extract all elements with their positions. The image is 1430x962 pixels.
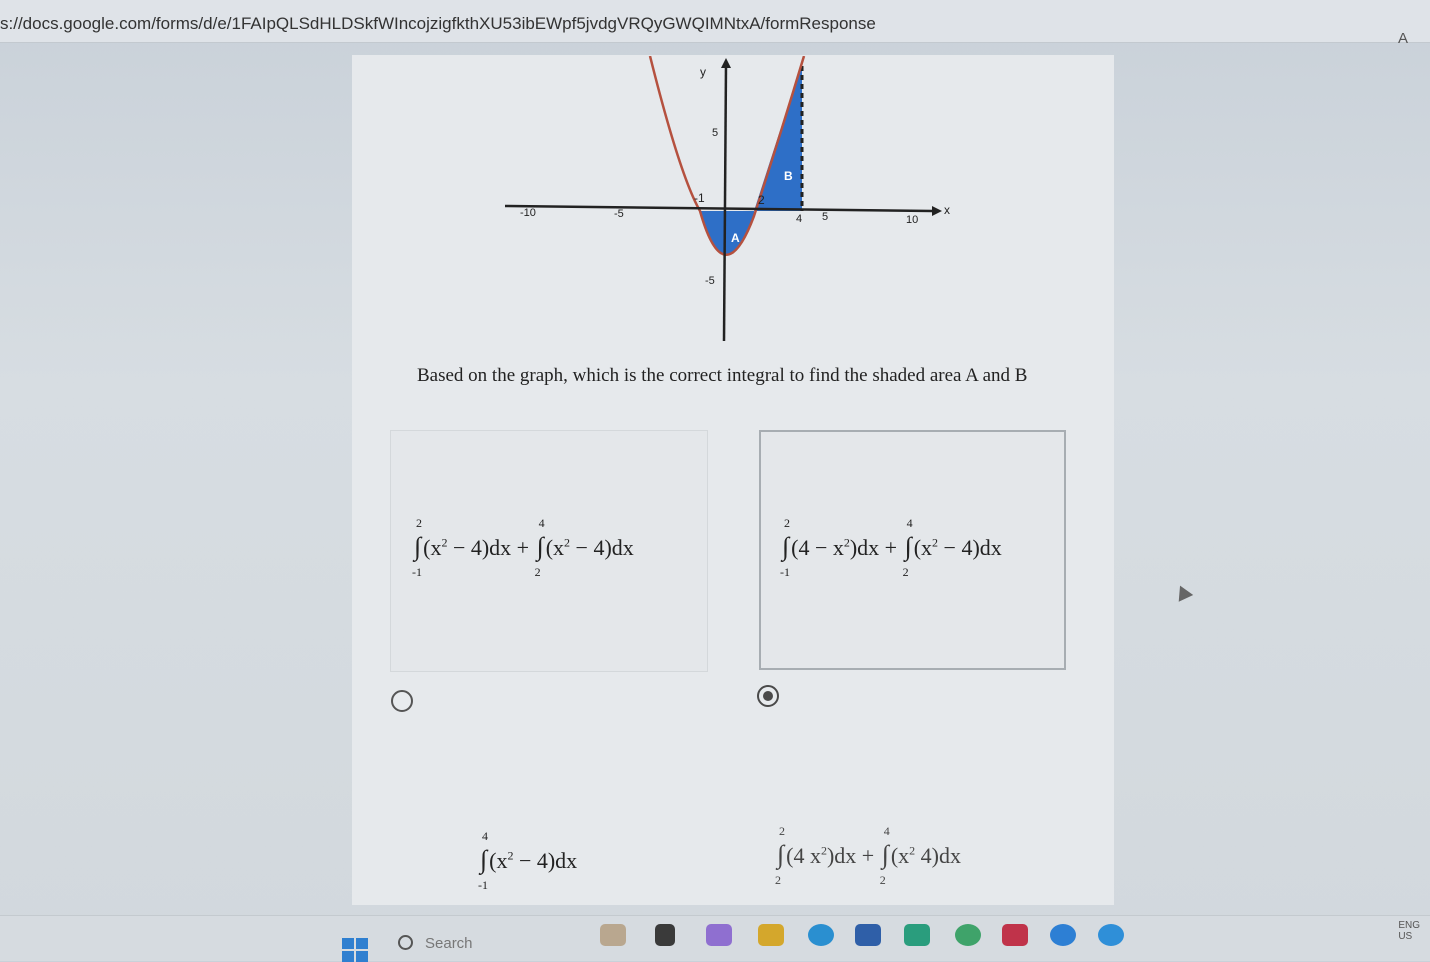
integral-sign-icon: ∫ 2 -1 xyxy=(412,516,422,579)
tick-label-5: 5 xyxy=(822,211,828,223)
option-1-radio[interactable] xyxy=(391,690,413,712)
parabola-graph: y x -10 -5 4 5 10 5 -5 -1 2 A B xyxy=(504,56,950,342)
root-label-neg1: -1 xyxy=(694,191,705,205)
taskbar-app-icon[interactable] xyxy=(855,924,881,946)
tick-label-4: 4 xyxy=(796,213,802,225)
mouse-cursor-icon xyxy=(1172,582,1194,602)
windows-taskbar: Search ENG US xyxy=(0,915,1430,962)
tick-label-yneg5: -5 xyxy=(705,275,715,287)
y-axis-label: y xyxy=(700,65,706,79)
tick-label-10: 10 xyxy=(906,214,918,226)
edge-icon[interactable] xyxy=(808,924,834,946)
tick-label-neg5: -5 xyxy=(614,208,624,220)
option-2-radio-selected[interactable] xyxy=(757,685,779,707)
x-axis-label: x xyxy=(944,203,950,217)
x-axis xyxy=(504,204,933,213)
option-4-expression[interactable]: ∫ 2 2 (4 x2)dx + ∫ 4 2 (x2 4)dx xyxy=(775,824,961,887)
system-tray[interactable]: ENG US xyxy=(1398,920,1420,942)
integral-sign-icon: ∫ 2 2 xyxy=(775,824,785,887)
taskbar-app-icon[interactable] xyxy=(904,924,930,946)
telegram-icon[interactable] xyxy=(1098,924,1124,946)
x-axis-arrow xyxy=(932,206,942,216)
question-text: Based on the graph, which is the correct… xyxy=(417,365,1028,386)
tick-label-neg10: -10 xyxy=(520,207,536,219)
url-text[interactable]: s://docs.google.com/forms/d/e/1FAIpQLSdH… xyxy=(0,14,876,34)
integral-sign-icon: ∫ 4 2 xyxy=(879,824,890,887)
tick-label-y5: 5 xyxy=(712,127,718,139)
windows-start-icon[interactable] xyxy=(342,938,368,962)
integral-sign-icon: ∫ 4 -1 xyxy=(478,829,488,892)
taskbar-app-icon[interactable] xyxy=(1050,924,1076,946)
integral-sign-icon: ∫ 2 -1 xyxy=(780,516,790,579)
taskbar-app-icon[interactable] xyxy=(955,924,981,946)
integral-sign-icon: ∫ 4 2 xyxy=(534,516,545,579)
browser-address-bar[interactable]: s://docs.google.com/forms/d/e/1FAIpQLSdH… xyxy=(0,0,1430,47)
region-label-b: B xyxy=(784,169,793,183)
y-axis-arrow xyxy=(721,58,731,68)
taskbar-search[interactable]: Search xyxy=(398,933,473,952)
taskbar-app-icon[interactable] xyxy=(1002,924,1028,946)
reader-mode-icon[interactable]: A xyxy=(1398,30,1408,47)
root-label-2: 2 xyxy=(758,193,765,207)
option-1-expression: ∫ 2 -1 (x2 − 4)dx + ∫ 4 2 (x2 − 4)dx xyxy=(412,516,634,579)
y-axis xyxy=(722,63,728,342)
region-label-a: A xyxy=(731,231,740,245)
taskbar-app-icon[interactable] xyxy=(706,924,732,946)
integral-sign-icon: ∫ 4 2 xyxy=(902,516,913,579)
option-2-expression: ∫ 2 -1 (4 − x2)dx + ∫ 4 2 (x2 − 4)dx xyxy=(780,516,1002,579)
search-icon xyxy=(398,935,413,950)
taskbar-app-icon[interactable] xyxy=(600,924,626,946)
option-3-expression[interactable]: ∫ 4 -1 (x2 − 4)dx xyxy=(478,829,577,892)
file-explorer-icon[interactable] xyxy=(758,924,784,946)
taskbar-app-icon[interactable] xyxy=(655,924,675,946)
